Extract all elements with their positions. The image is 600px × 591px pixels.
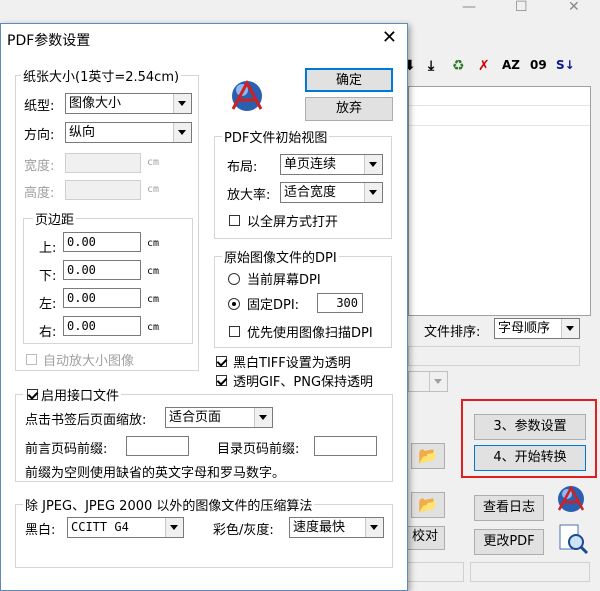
disabled-select [408,371,448,392]
status-bar-field-2 [470,562,590,582]
screen-dpi-radio[interactable] [228,273,240,285]
open-folder-button-2[interactable]: 📂 [411,492,445,518]
margin-top-label: 上: [39,241,57,256]
height-input [65,180,141,200]
cancel-button[interactable]: 放弃 [305,97,393,121]
bw-label: 黑白: [25,523,56,538]
tiff-transparent-checkbox[interactable] [216,356,227,367]
preface-prefix-input[interactable] [126,436,189,456]
fixed-dpi-radio[interactable] [228,298,240,310]
paper-size-title: 纸张大小(1英寸=2.54cm) [21,66,182,85]
width-input [65,153,141,173]
change-pdf-button[interactable]: 更改PDF [474,529,544,555]
dpi-title: 原始图像文件的DPI [222,247,339,266]
layout-label: 布局: [227,160,258,175]
close-icon[interactable]: ✕ [382,26,397,50]
app-logo-icon [557,485,585,512]
fixed-dpi-label: 固定DPI: [247,298,300,313]
margin-bottom-input[interactable]: 0.00 [63,260,141,280]
bw-compression-select[interactable]: CCITT G4 [67,517,184,538]
margin-bottom-label: 下: [39,269,57,284]
search-document-icon [559,524,589,555]
prefer-scan-dpi-label: 优先使用图像扫描DPI [247,326,373,341]
paper-type-label: 纸型: [24,99,55,114]
bookmark-zoom-label: 点击书签后页面缩放: [25,413,147,428]
sort-az-icon[interactable]: AZ [502,58,520,72]
zoom-label: 放大率: [227,188,271,203]
close-window-icon[interactable]: ✕ [568,0,580,14]
folder-icon: 📂 [418,446,438,465]
paper-type-select[interactable]: 图像大小 [65,93,192,114]
height-unit: cm [147,184,160,195]
margin-title: 页边距 [33,209,77,228]
margin-bottom-unit: cm [147,266,160,277]
recycle-bin-icon[interactable]: ♻ [452,58,465,74]
auto-scale-checkbox [26,354,37,365]
check-button[interactable]: 校对 [405,526,445,550]
margin-left-input[interactable]: 0.00 [63,288,141,308]
orientation-label: 方向: [24,128,55,143]
sort-09-icon[interactable]: 09 [530,58,547,72]
initial-view-title: PDF文件初始视图 [222,127,330,146]
width-unit: cm [147,157,160,168]
fullscreen-checkbox[interactable] [229,215,240,226]
start-convert-button[interactable]: 4、开始转换 [474,445,586,471]
toc-prefix-input[interactable] [314,436,377,456]
margin-right-input[interactable]: 0.00 [63,316,141,336]
delete-icon[interactable]: ✗ [478,58,490,74]
zoom-select[interactable]: 适合宽度 [280,182,383,203]
compression-title: 除 JPEG、JPEG 2000 以外的图像文件的压缩算法 [23,495,315,514]
parameter-settings-button[interactable]: 3、参数设置 [474,414,586,440]
status-field [408,346,580,366]
prefer-scan-dpi-checkbox[interactable] [229,326,240,337]
width-label: 宽度: [24,159,55,174]
margin-right-unit: cm [147,322,160,333]
margin-top-input[interactable]: 0.00 [63,232,141,252]
fullscreen-label: 以全屏方式打开 [247,215,339,230]
sort-reverse-icon[interactable]: S↓ [556,58,575,72]
maximize-icon[interactable]: ☐ [515,0,528,14]
sort-label: 文件排序: [424,325,481,340]
color-compression-select[interactable]: 速度最快 [289,517,384,538]
minimize-icon[interactable]: — [462,0,476,14]
ok-button[interactable]: 确定 [305,68,393,92]
preface-prefix-label: 前言页码前缀: [25,442,108,457]
toc-prefix-label: 目录页码前缀: [217,442,300,457]
layout-select[interactable]: 单页连续 [280,154,383,175]
orientation-select[interactable]: 纵向 [65,122,192,143]
prefix-note: 前缀为空则使用缺省的英文字母和罗马数字。 [25,466,286,481]
margin-right-label: 右: [39,325,57,340]
file-list[interactable] [408,86,591,316]
pdf-settings-dialog: PDF参数设置 ✕ 纸张大小(1英寸=2.54cm) 纸型: 图像大小 方向: … [0,23,408,591]
margin-left-unit: cm [147,294,160,305]
bookmark-zoom-select[interactable]: 适合页面 [165,407,273,428]
folder-icon: 📂 [418,495,438,514]
color-gray-label: 彩色/灰度: [213,523,274,538]
margin-top-unit: cm [147,238,160,249]
tiff-transparent-label: 黑白TIFF设置为透明 [233,356,351,371]
view-log-button[interactable]: 查看日志 [474,495,544,521]
auto-scale-label: 自动放大小图像 [43,354,135,369]
gif-png-transparent-label: 透明GIF、PNG保持透明 [233,375,374,390]
screen-dpi-label: 当前屏幕DPI [247,273,321,288]
gif-png-transparent-checkbox[interactable] [216,375,227,386]
margin-left-label: 左: [39,297,57,312]
interface-file-checkbox[interactable] [27,389,38,400]
height-label: 高度: [24,186,55,201]
open-folder-button-1[interactable]: 📂 [411,443,445,469]
sort-select[interactable]: 字母顺序 [494,318,580,339]
fixed-dpi-input[interactable]: 300 [317,293,363,313]
dialog-title: PDF参数设置 [7,33,91,49]
app-logo-icon [231,79,263,111]
download-icon[interactable]: ⤓ [428,58,434,74]
